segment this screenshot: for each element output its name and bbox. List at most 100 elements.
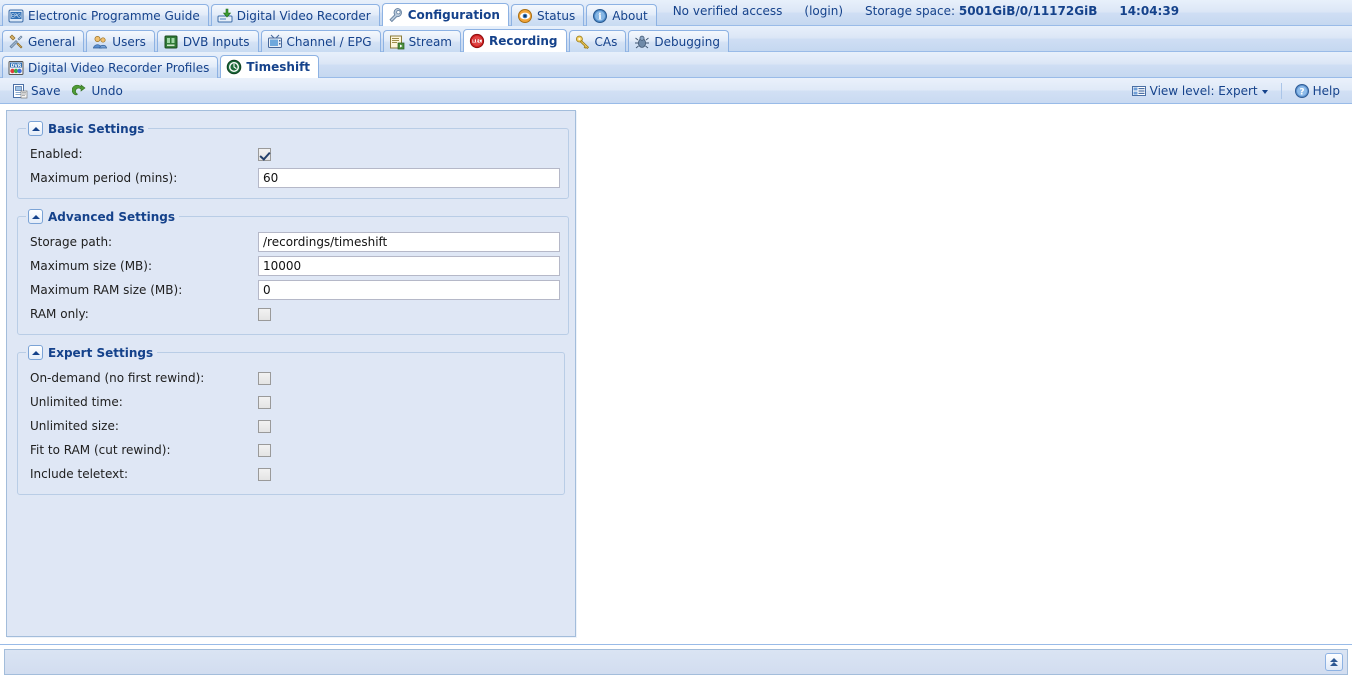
- checkbox-include-teletext[interactable]: [258, 467, 271, 481]
- dvr-icon: [217, 8, 233, 24]
- tv-icon: [267, 34, 283, 50]
- tab-timeshift[interactable]: Timeshift: [220, 55, 320, 78]
- key-icon: [575, 34, 591, 50]
- login-link[interactable]: (login): [804, 4, 843, 18]
- tab-label: Status: [536, 8, 576, 23]
- stream-icon: [389, 34, 405, 50]
- chevron-down-icon: [1261, 83, 1269, 99]
- tab-recording[interactable]: REC Recording: [463, 29, 567, 52]
- tab-stream[interactable]: Stream: [382, 30, 461, 52]
- settings-groups: Basic Settings Enabled: Maximum period (mi…: [7, 121, 575, 495]
- field-label: Maximum RAM size (MB):: [30, 283, 183, 297]
- double-chevron-up-icon: [1329, 657, 1339, 667]
- recording-tab-list: DVR Digital Video Recorder Profiles Timesh…: [2, 54, 321, 78]
- checkbox-ram-only[interactable]: [258, 307, 271, 321]
- tab-label: General: [28, 34, 76, 49]
- tab-label: About: [612, 8, 648, 23]
- toolbar-separator: [1280, 82, 1282, 99]
- input-maximum-size-mb[interactable]: [258, 256, 560, 276]
- tab-label: Configuration: [407, 8, 500, 22]
- collapse-toggle-button[interactable]: [28, 121, 43, 136]
- input-maximum-ram-size-mb[interactable]: [258, 280, 560, 300]
- collapse-all-button[interactable]: [1325, 653, 1343, 671]
- field-label: Maximum size (MB):: [30, 259, 153, 273]
- configuration-tab-list: General Users DVB Inputs Channel / EPG Strea…: [2, 28, 731, 52]
- timeshift-settings-panel: Basic Settings Enabled: Maximum period (mi…: [6, 110, 576, 637]
- dvr-profile-icon: DVR: [8, 60, 24, 76]
- tab-cas[interactable]: CAs: [568, 30, 627, 52]
- group-title: Expert Settings: [48, 345, 154, 360]
- settings-group-basic-settings: Basic Settings Enabled: Maximum period (mi…: [17, 121, 569, 199]
- tab-configuration[interactable]: Configuration: [381, 3, 509, 26]
- tab-label: Users: [112, 34, 146, 49]
- top-status-area: No verified access (login) Storage space…: [673, 0, 1179, 23]
- help-button[interactable]: ? Help: [1288, 80, 1346, 102]
- field-label: Maximum period (mins):: [30, 171, 178, 185]
- help-icon: ?: [1294, 83, 1310, 99]
- tab-label: Debugging: [654, 34, 720, 49]
- view-level-dropdown[interactable]: View level: Expert: [1125, 80, 1275, 102]
- form-row: Storage path:: [26, 230, 560, 254]
- recording-subtab-bar: DVR Digital Video Recorder Profiles Timesh…: [0, 52, 1352, 78]
- input-storage-path[interactable]: [258, 232, 560, 252]
- tab-dvb-inputs[interactable]: DVB Inputs: [156, 30, 259, 52]
- tab-about[interactable]: i About: [586, 4, 657, 26]
- collapse-toggle-button[interactable]: [28, 209, 43, 224]
- form-row: Maximum period (mins):: [26, 166, 560, 190]
- group-title: Basic Settings: [48, 121, 145, 136]
- tab-label: Digital Video Recorder Profiles: [28, 60, 210, 75]
- group-legend: Basic Settings: [26, 121, 148, 136]
- checkbox-on-demand-no-first-rewind[interactable]: [258, 371, 271, 385]
- checkbox-unlimited-size[interactable]: [258, 419, 271, 433]
- tab-label: CAs: [594, 34, 618, 49]
- clock: 14:04:39: [1119, 4, 1180, 18]
- list-view-icon: [1131, 83, 1147, 99]
- tab-general[interactable]: General: [2, 30, 85, 52]
- undo-button[interactable]: Undo: [66, 80, 128, 102]
- settings-group-expert-settings: Expert Settings On-demand (no first rewin…: [17, 345, 565, 495]
- tab-users[interactable]: Users: [86, 30, 155, 52]
- svg-text:EPG: EPG: [11, 13, 21, 19]
- field-label: Include teletext:: [30, 467, 129, 481]
- tab-digital-video-recorder-profiles[interactable]: DVR Digital Video Recorder Profiles: [2, 56, 219, 78]
- tab-label: Electronic Programme Guide: [28, 8, 200, 23]
- checkbox-fit-to-ram-cut-rewind[interactable]: [258, 443, 271, 457]
- tab-label: Recording: [489, 34, 558, 48]
- undo-button-label: Undo: [91, 83, 123, 98]
- checkbox-unlimited-time[interactable]: [258, 395, 271, 409]
- access-status-text: No verified access: [672, 4, 783, 18]
- status-bar: [0, 644, 1352, 678]
- editor-toolbar: Save Undo View level: Expert ? Help: [0, 78, 1352, 104]
- svg-text:?: ?: [1299, 87, 1304, 97]
- status-bar-inner: [4, 649, 1348, 675]
- collapse-toggle-button[interactable]: [28, 345, 43, 360]
- main-tab-list: EPG Electronic Programme Guide Digital Vid…: [2, 2, 659, 26]
- save-button[interactable]: Save: [6, 80, 66, 102]
- form-row: Enabled:: [26, 142, 560, 166]
- tab-status[interactable]: Status: [510, 4, 585, 26]
- form-row: Maximum size (MB):: [26, 254, 560, 278]
- storage-space-info: Storage space: 5001GiB/0/11172GiB: [865, 4, 1097, 18]
- eye-icon: [517, 8, 533, 24]
- field-label: Storage path:: [30, 235, 113, 249]
- field-label: Fit to RAM (cut rewind):: [30, 443, 171, 457]
- input-maximum-period-mins[interactable]: [258, 168, 560, 188]
- save-button-label: Save: [31, 83, 61, 98]
- epg-icon: EPG: [8, 8, 24, 24]
- save-icon: [12, 83, 28, 99]
- rec-icon: REC: [469, 33, 485, 49]
- tab-label: Channel / EPG: [286, 34, 372, 49]
- checkbox-enabled[interactable]: [258, 147, 271, 161]
- storage-space-value: 5001GiB/0/11172GiB: [958, 4, 1098, 18]
- view-level-label: View level: Expert: [1149, 83, 1258, 98]
- tab-debugging[interactable]: Debugging: [628, 30, 729, 52]
- group-legend: Expert Settings: [26, 345, 157, 360]
- group-legend: Advanced Settings: [26, 209, 179, 224]
- configuration-section-bar: General Users DVB Inputs Channel / EPG Strea…: [0, 26, 1352, 52]
- tab-electronic-programme-guide[interactable]: EPG Electronic Programme Guide: [2, 4, 209, 26]
- tab-label: DVB Inputs: [182, 34, 250, 49]
- settings-group-advanced-settings: Advanced Settings Storage path: Maximum si…: [17, 209, 569, 335]
- form-row: Unlimited size:: [26, 414, 556, 438]
- tab-channel-epg[interactable]: Channel / EPG: [260, 30, 381, 52]
- tab-digital-video-recorder[interactable]: Digital Video Recorder: [210, 4, 380, 26]
